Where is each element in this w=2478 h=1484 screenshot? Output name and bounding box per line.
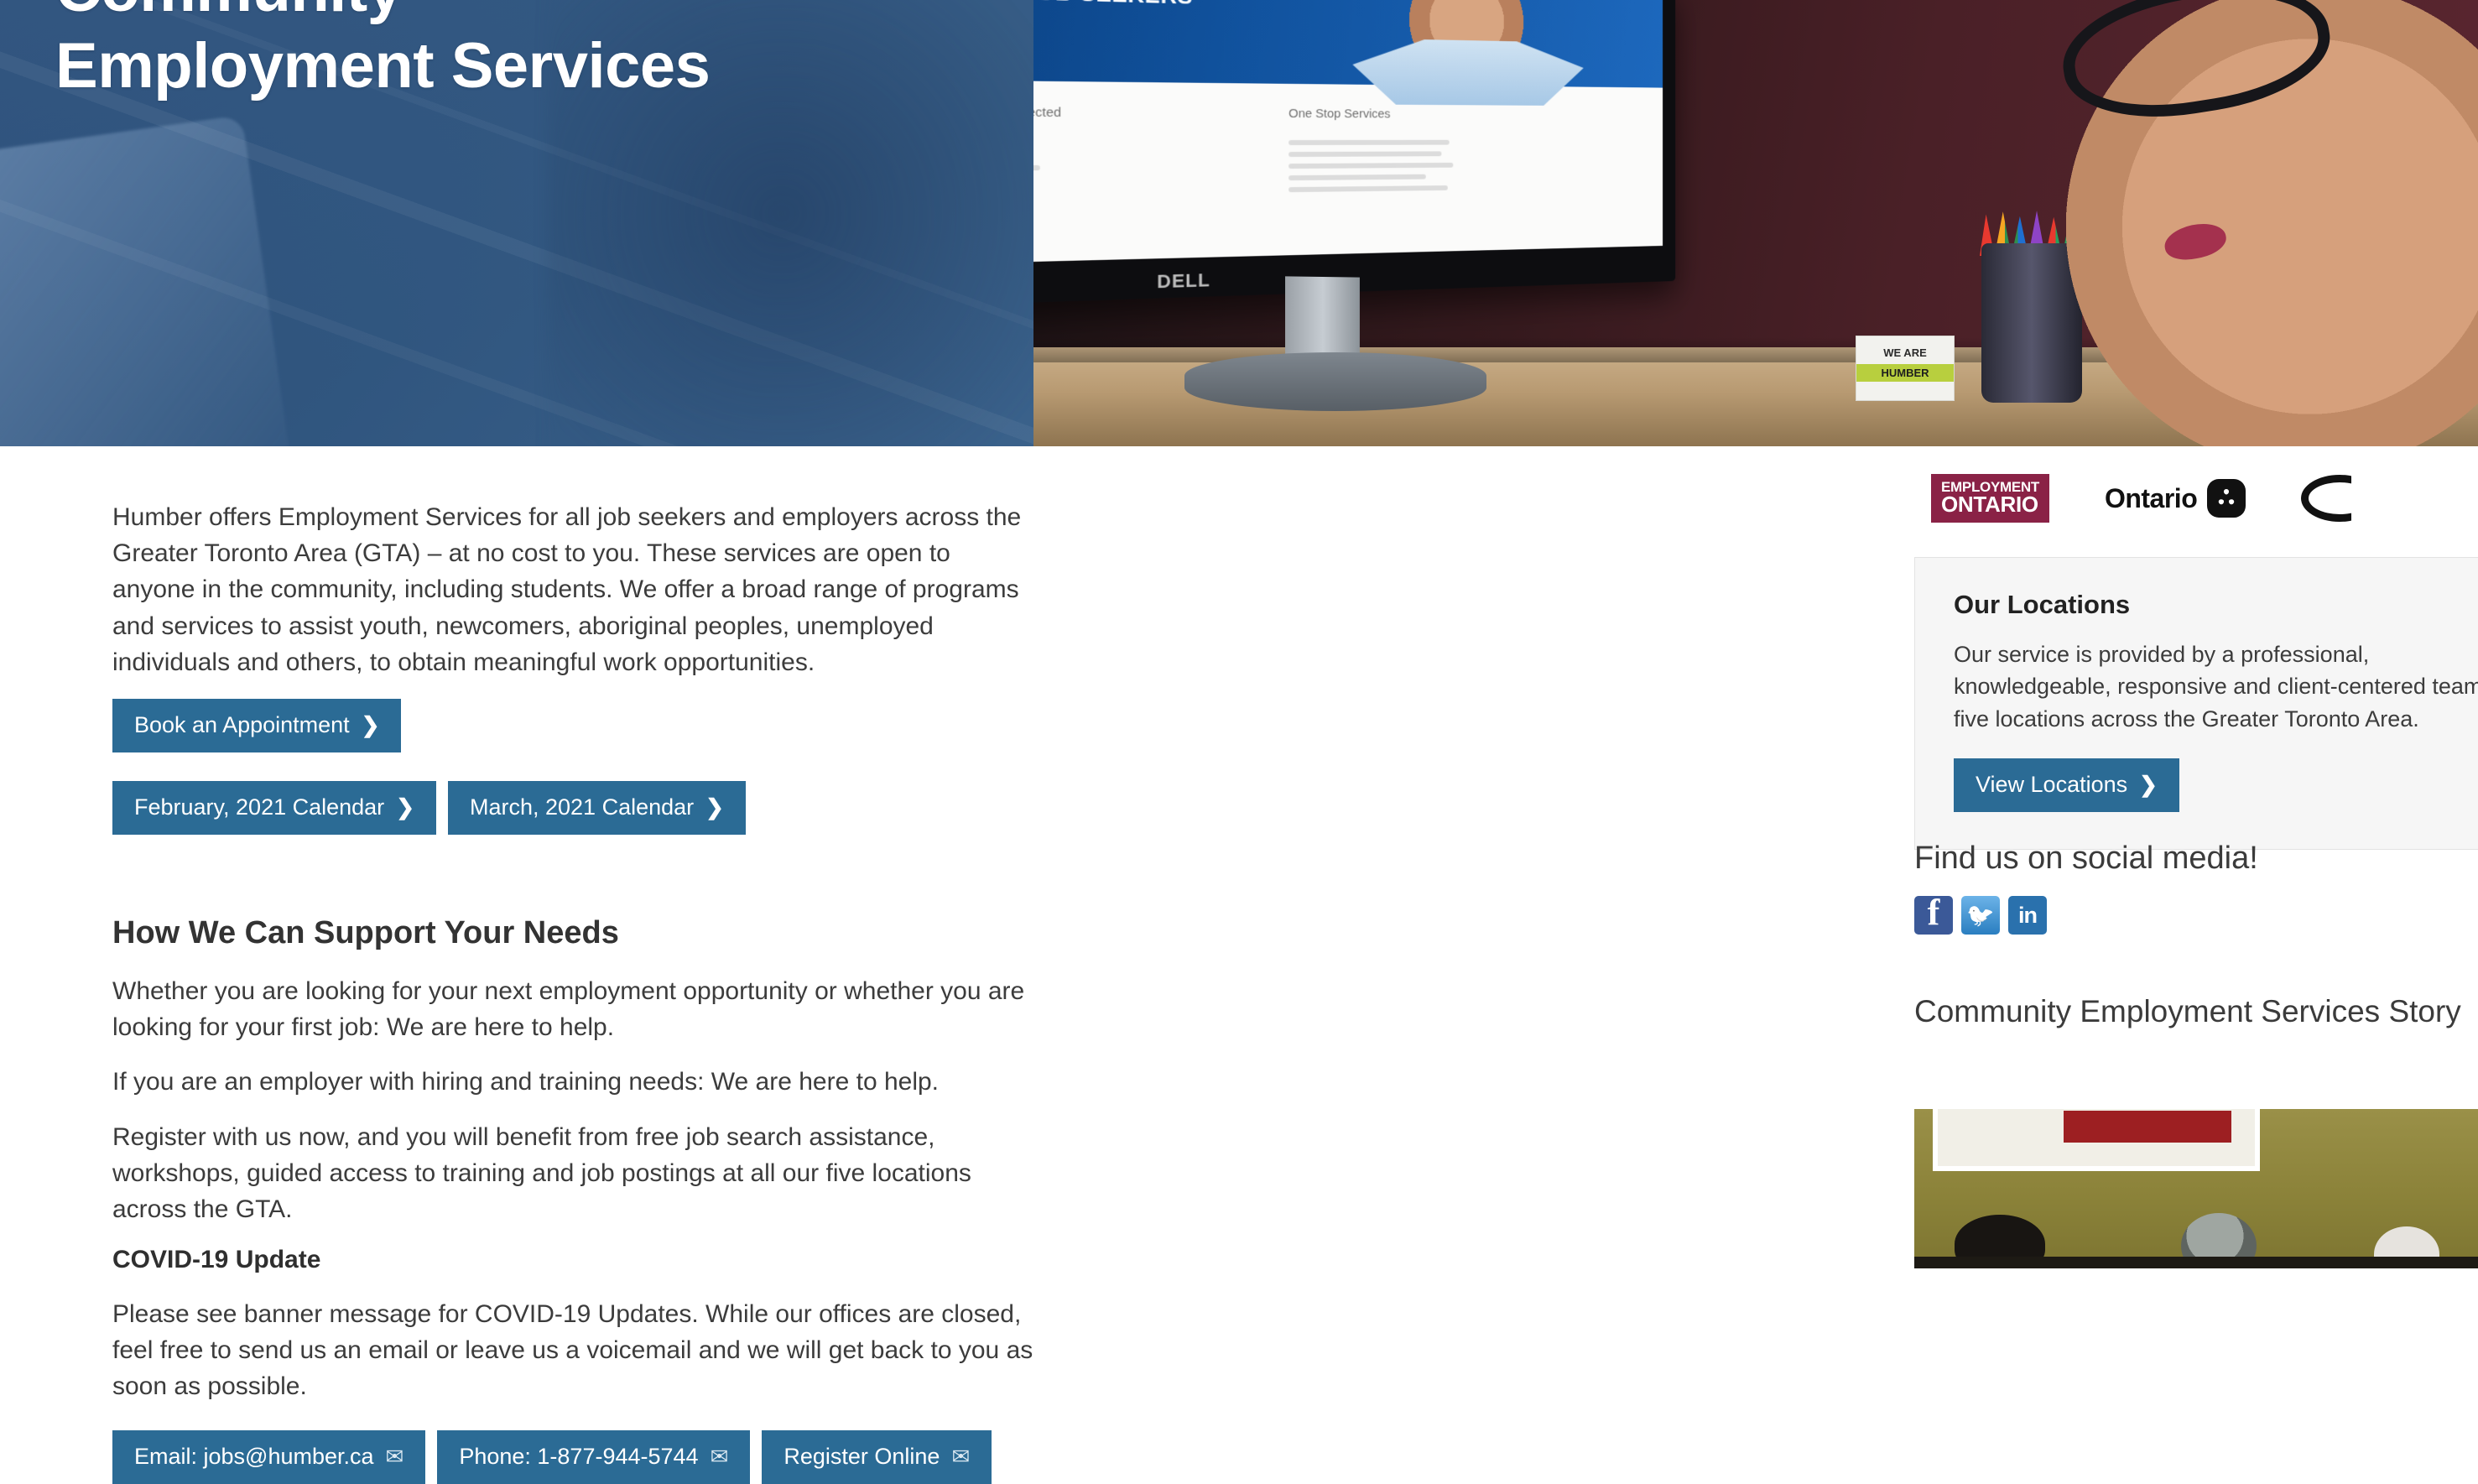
slide-text-line	[1033, 164, 1040, 171]
support-section-heading: How We Can Support Your Needs	[112, 914, 619, 950]
hero-banner: CommunityEmployment Services NEEDS OF JO…	[0, 0, 2478, 446]
employment-ontario-logo: EMPLOYMENT ONTARIO	[1931, 473, 2049, 523]
book-appointment-button[interactable]: Book an Appointment ❯	[112, 698, 402, 752]
february-calendar-button[interactable]: February, 2021 Calendar ❯	[112, 780, 436, 835]
slide-column-right-title: One Stop Services	[1288, 106, 1391, 122]
book-appointment-label: Book an Appointment	[134, 711, 350, 737]
envelope-icon: ✉	[385, 1444, 404, 1470]
chevron-right-icon: ❯	[705, 794, 724, 820]
facebook-icon[interactable]	[1914, 891, 1953, 935]
support-paragraph-3: Register with us now, and you will benef…	[112, 1122, 971, 1223]
february-calendar-label: February, 2021 Calendar	[134, 794, 385, 820]
register-online-label: Register Online	[783, 1443, 940, 1469]
calendar-buttons-row: February, 2021 Calendar ❯ March, 2021 Ca…	[112, 780, 1039, 835]
trillium-icon	[2207, 479, 2246, 518]
support-paragraph-1: Whether you are looking for your next em…	[112, 976, 1025, 1042]
covid-update-heading: COVID-19 Update	[112, 1246, 321, 1274]
email-button[interactable]: Email: jobs@humber.ca ✉	[112, 1429, 426, 1484]
phone-button-label: Phone: 1-877-944-5744	[459, 1443, 699, 1469]
support-paragraph-2: If you are an employer with hiring and t…	[112, 1068, 940, 1096]
we-are-humber-sign: WE ARE HUMBER	[1856, 336, 1955, 401]
video-foreground-bar	[1914, 1257, 2478, 1268]
monitor-icon: NEEDS OF JOB SEEKERS We Are Industry Con…	[1033, 0, 1676, 309]
slide-column-right: One Stop Services	[1288, 102, 1488, 199]
march-calendar-label: March, 2021 Calendar	[469, 794, 695, 820]
hero-photo: NEEDS OF JOB SEEKERS We Are Industry Con…	[1033, 0, 2478, 446]
march-calendar-button[interactable]: March, 2021 Calendar ❯	[447, 780, 746, 835]
social-media-heading: Find us on social media!	[1914, 841, 2258, 876]
register-online-button[interactable]: Register Online ✉	[762, 1429, 992, 1484]
story-video-thumbnail[interactable]	[1914, 1109, 2478, 1268]
slide-column-left-title: We Are Industry Connected	[1033, 104, 1062, 121]
view-locations-button[interactable]: View Locations ❯	[1954, 758, 2179, 812]
dell-logo: DELL	[1157, 268, 1210, 293]
intro-paragraph: Humber offers Employment Services for al…	[112, 503, 1022, 676]
main-content-column: Humber offers Employment Services for al…	[112, 499, 1039, 1484]
phone-button[interactable]: Phone: 1-877-944-5744 ✉	[437, 1429, 751, 1484]
page-title: CommunityEmployment Services	[55, 0, 711, 102]
story-heading: Community Employment Services Story	[1914, 994, 2461, 1028]
twitter-icon[interactable]	[1961, 896, 2000, 935]
ontario-logo: Ontario	[2105, 479, 2246, 518]
employment-ontario-line-2: ONTARIO	[1941, 492, 2038, 518]
email-button-label: Email: jobs@humber.ca	[134, 1443, 374, 1469]
book-appointment-row: Book an Appointment ❯	[112, 698, 1039, 752]
our-locations-text: Our service is provided by a professiona…	[1954, 642, 2478, 732]
slide-header-band: NEEDS OF JOB SEEKERS	[1033, 0, 1663, 88]
linkedin-icon[interactable]	[2008, 896, 2047, 935]
social-media-links	[1914, 891, 2047, 935]
ontario-wordmark: Ontario	[2104, 482, 2198, 513]
slide-text-line	[1288, 162, 1454, 169]
covid-update-paragraph: Please see banner message for COVID-19 U…	[112, 1300, 1033, 1401]
our-locations-title: Our Locations	[1954, 590, 2131, 619]
slide-text-line	[1288, 150, 1442, 157]
slide-text-line	[1288, 139, 1450, 145]
sign-line-1: WE ARE	[1883, 346, 1927, 359]
slide-header-text: NEEDS OF JOB SEEKERS	[1033, 0, 1193, 10]
third-partner-logo-ring	[2301, 475, 2352, 522]
sign-line-2: HUMBER	[1856, 364, 1954, 382]
chevron-right-icon: ❯	[396, 794, 414, 820]
our-locations-card: Our Locations Our service is provided by…	[1914, 557, 2478, 850]
monitor-stand	[1285, 276, 1360, 362]
third-partner-logo	[2301, 475, 2352, 522]
partner-logos: EMPLOYMENT ONTARIO Ontario	[1931, 465, 2352, 532]
chevron-right-icon: ❯	[361, 712, 380, 738]
slide-text-line	[1288, 185, 1448, 192]
slide-text-line	[1288, 174, 1426, 180]
chevron-right-icon: ❯	[2139, 772, 2158, 798]
view-locations-label: View Locations	[1976, 771, 2128, 797]
video-wall-poster	[1933, 1109, 2260, 1171]
monitor-screen: NEEDS OF JOB SEEKERS We Are Industry Con…	[1033, 0, 1663, 267]
video-poster-accent	[2064, 1111, 2231, 1143]
slide-column-left: We Are Industry Connected	[1033, 100, 1268, 191]
envelope-icon: ✉	[951, 1444, 971, 1470]
envelope-icon: ✉	[710, 1444, 729, 1470]
monitor-base	[1184, 352, 1486, 411]
hero-left-panel: CommunityEmployment Services	[0, 0, 1033, 446]
contact-buttons-row: Email: jobs@humber.ca ✉ Phone: 1-877-944…	[112, 1429, 1039, 1484]
page-content: Humber offers Employment Services for al…	[0, 446, 2478, 1484]
